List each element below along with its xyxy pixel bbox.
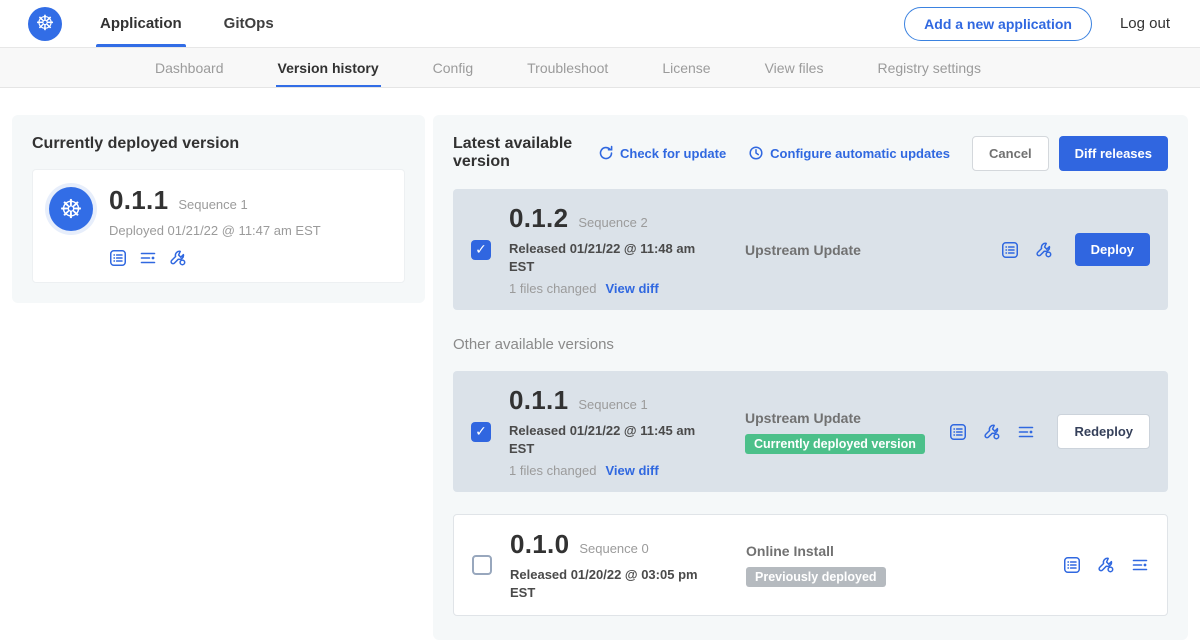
version-number: 0.1.1 — [509, 385, 568, 416]
subnav-tab-view-files[interactable]: View files — [738, 48, 851, 87]
subnav-tab-license[interactable]: License — [635, 48, 737, 87]
helm-wheel-icon: ☸ — [59, 194, 82, 225]
cancel-button[interactable]: Cancel — [972, 136, 1049, 171]
deployed-timestamp: Deployed 01/21/22 @ 11:47 am EST — [109, 223, 321, 238]
released-timestamp: Released 01/21/22 @ 11:45 am EST — [509, 422, 717, 457]
deployed-card-body: 0.1.1 Sequence 1 Deployed 01/21/22 @ 11:… — [109, 185, 321, 267]
deploy-button[interactable]: Deploy — [1075, 233, 1150, 266]
files-changed-label: 1 files changed — [509, 463, 596, 478]
subnav-tab-registry-settings[interactable]: Registry settings — [850, 48, 1007, 87]
subnav-tab-dashboard[interactable]: Dashboard — [128, 48, 251, 87]
version-row-0-1-1: 0.1.1 Sequence 1 Released 01/21/22 @ 11:… — [453, 371, 1168, 492]
release-notes-icon[interactable] — [109, 249, 127, 267]
deployed-sequence-label: Sequence 1 — [178, 197, 247, 212]
logout-link[interactable]: Log out — [1120, 15, 1170, 32]
version-actions: Redeploy — [949, 414, 1150, 449]
other-versions-title: Other available versions — [453, 336, 1168, 353]
kubernetes-logo: ☸ — [28, 7, 62, 41]
version-checkbox[interactable] — [471, 422, 491, 442]
version-source: Upstream Update — [745, 242, 1001, 258]
nav-tab-application[interactable]: Application — [100, 0, 182, 47]
version-info: 0.1.2 Sequence 2 Released 01/21/22 @ 11:… — [509, 203, 717, 296]
config-icon[interactable] — [1035, 241, 1053, 259]
released-timestamp: Released 01/21/22 @ 11:48 am EST — [509, 240, 717, 275]
version-row-0-1-0: 0.1.0 Sequence 0 Released 01/20/22 @ 03:… — [453, 514, 1168, 616]
redeploy-button[interactable]: Redeploy — [1057, 414, 1150, 449]
latest-version-header: Latest available version Check for updat… — [453, 135, 1168, 171]
previously-deployed-badge: Previously deployed — [746, 567, 886, 587]
deployed-version-card: ☸ 0.1.1 Sequence 1 Deployed 01/21/22 @ 1… — [32, 169, 405, 283]
check-for-update-link[interactable]: Check for update — [598, 145, 726, 161]
deployed-icon-row — [109, 249, 321, 267]
sequence-label: Sequence 0 — [579, 541, 648, 556]
version-info: 0.1.0 Sequence 0 Released 01/20/22 @ 03:… — [510, 529, 718, 601]
deployed-version-number: 0.1.1 — [109, 185, 168, 216]
release-notes-icon[interactable] — [949, 423, 967, 441]
version-history-panel: Latest available version Check for updat… — [433, 115, 1188, 640]
subnav-tab-troubleshoot[interactable]: Troubleshoot — [500, 48, 635, 87]
currently-deployed-panel: Currently deployed version ☸ 0.1.1 Seque… — [12, 115, 425, 303]
header-actions: Cancel Diff releases — [972, 136, 1168, 171]
refresh-icon — [598, 145, 614, 161]
version-source-col: Upstream Update — [717, 242, 1001, 258]
release-notes-icon[interactable] — [1001, 241, 1019, 259]
configure-automatic-updates-label: Configure automatic updates — [770, 146, 950, 161]
version-actions: Deploy — [1001, 233, 1150, 266]
version-checkbox[interactable] — [471, 240, 491, 260]
config-icon[interactable] — [983, 423, 1001, 441]
files-changed-label: 1 files changed — [509, 281, 596, 296]
version-info: 0.1.1 Sequence 1 Released 01/21/22 @ 11:… — [509, 385, 717, 478]
app-icon: ☸ — [49, 187, 93, 231]
app-subnav: Dashboard Version history Config Trouble… — [0, 48, 1200, 88]
version-row-0-1-2: 0.1.2 Sequence 2 Released 01/21/22 @ 11:… — [453, 189, 1168, 310]
version-actions — [1063, 556, 1149, 574]
helm-wheel-icon: ☸ — [36, 11, 55, 36]
currently-deployed-badge: Currently deployed version — [745, 434, 925, 454]
version-number: 0.1.0 — [510, 529, 569, 560]
version-source: Online Install — [746, 543, 1063, 559]
schedule-clock-icon — [748, 145, 764, 161]
check-for-update-label: Check for update — [620, 146, 726, 161]
subnav-tab-config[interactable]: Config — [406, 48, 500, 87]
version-checkbox[interactable] — [472, 555, 492, 575]
subnav-tab-version-history[interactable]: Version history — [251, 48, 406, 87]
main-content: Currently deployed version ☸ 0.1.1 Seque… — [0, 88, 1200, 640]
sequence-label: Sequence 2 — [578, 215, 647, 230]
currently-deployed-title: Currently deployed version — [32, 135, 405, 153]
deploy-logs-icon[interactable] — [139, 249, 157, 267]
view-diff-link[interactable]: View diff — [605, 281, 658, 296]
sequence-label: Sequence 1 — [578, 397, 647, 412]
top-navbar: ☸ Application GitOps Add a new applicati… — [0, 0, 1200, 48]
deploy-logs-icon[interactable] — [1131, 556, 1149, 574]
version-source-col: Online Install Previously deployed — [718, 543, 1063, 587]
primary-nav: Application GitOps — [100, 0, 316, 47]
version-number: 0.1.2 — [509, 203, 568, 234]
released-timestamp: Released 01/20/22 @ 03:05 pm EST — [510, 566, 718, 601]
configure-automatic-updates-link[interactable]: Configure automatic updates — [748, 145, 950, 161]
diff-releases-button[interactable]: Diff releases — [1059, 136, 1168, 171]
topnav-right: Add a new application Log out — [904, 7, 1170, 41]
deploy-logs-icon[interactable] — [1017, 423, 1035, 441]
version-source-col: Upstream Update Currently deployed versi… — [717, 410, 949, 454]
view-diff-link[interactable]: View diff — [605, 463, 658, 478]
release-notes-icon[interactable] — [1063, 556, 1081, 574]
nav-tab-gitops[interactable]: GitOps — [224, 0, 274, 47]
add-new-application-button[interactable]: Add a new application — [904, 7, 1092, 41]
config-icon[interactable] — [1097, 556, 1115, 574]
version-source: Upstream Update — [745, 410, 949, 426]
config-icon[interactable] — [169, 249, 187, 267]
deployed-version-line: 0.1.1 Sequence 1 — [109, 185, 321, 216]
latest-version-title: Latest available version — [453, 135, 578, 171]
